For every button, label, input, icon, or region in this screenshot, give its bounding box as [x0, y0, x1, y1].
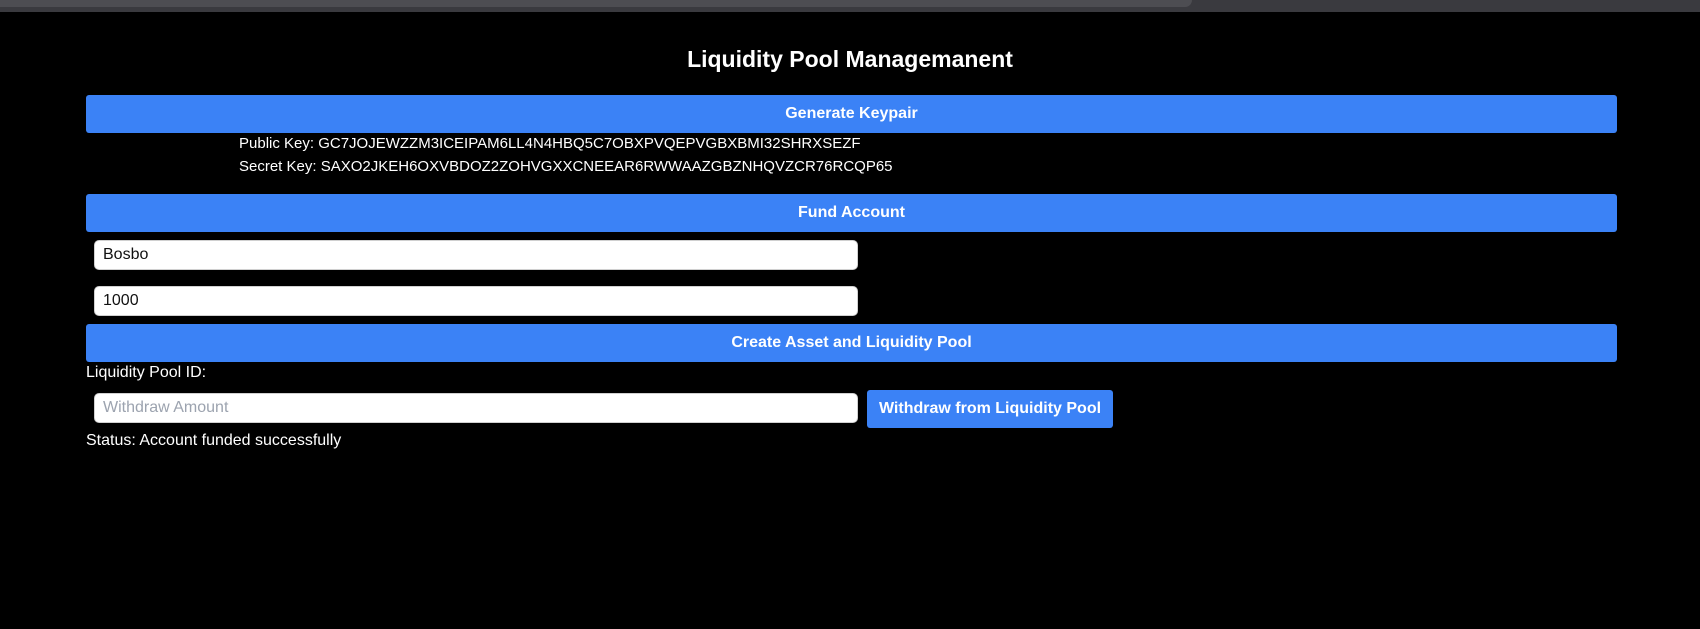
status-line: Status: Account funded successfully: [86, 432, 341, 450]
public-key-line: Public Key: GC7JOJEWZZM3ICEIPAM6LL4N4HBQ…: [239, 135, 861, 152]
public-key-value: GC7JOJEWZZM3ICEIPAM6LL4N4HBQ5C7OBXPVQEPV…: [318, 135, 861, 152]
fund-account-button[interactable]: Fund Account: [86, 194, 1617, 232]
public-key-label: Public Key:: [239, 135, 315, 152]
browser-top-strip: [0, 0, 1700, 12]
app-page: Liquidity Pool Managemanent Generate Key…: [0, 12, 1700, 629]
secret-key-value: SAXO2JKEH6OXVBDOZ2ZOHVGXXCNEEAR6RWWAAZGB…: [320, 158, 893, 175]
withdraw-liquidity-button[interactable]: Withdraw from Liquidity Pool: [867, 390, 1113, 428]
status-message: Account funded successfully: [139, 432, 342, 449]
withdraw-amount-input[interactable]: [94, 393, 858, 423]
secret-key-line: Secret Key: SAXO2JKEH6OXVBDOZ2ZOHVGXXCNE…: [239, 158, 893, 175]
asset-name-input[interactable]: [94, 240, 858, 270]
generate-keypair-button[interactable]: Generate Keypair: [86, 95, 1617, 133]
fund-amount-input[interactable]: [94, 286, 858, 316]
secret-key-label: Secret Key:: [239, 158, 317, 175]
browser-tab-area: [0, 0, 1192, 7]
create-asset-pool-button[interactable]: Create Asset and Liquidity Pool: [86, 324, 1617, 362]
page-title: Liquidity Pool Managemanent: [687, 46, 1013, 72]
status-label: Status:: [86, 432, 136, 449]
liquidity-pool-id-label: Liquidity Pool ID:: [86, 364, 207, 381]
liquidity-pool-id-line: Liquidity Pool ID:: [86, 364, 206, 382]
